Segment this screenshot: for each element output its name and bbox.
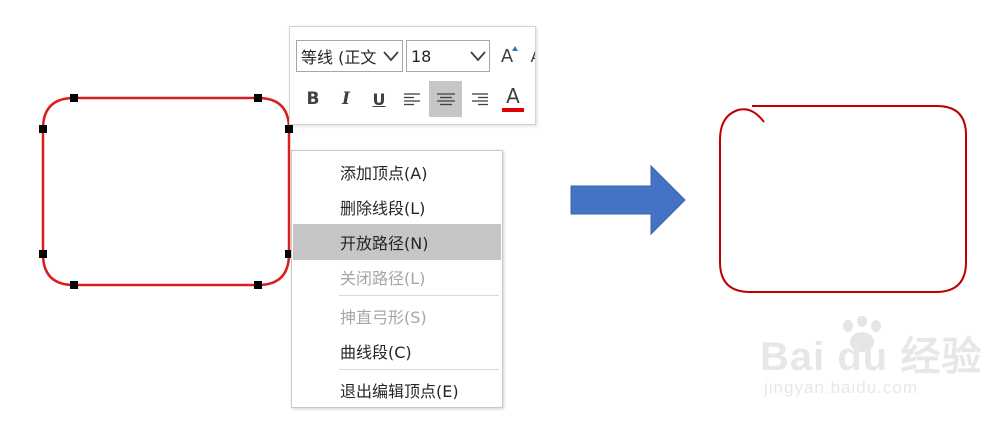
align-left-icon[interactable] bbox=[398, 83, 426, 115]
align-right-icon[interactable] bbox=[466, 83, 494, 115]
font-color-icon[interactable]: A bbox=[498, 81, 528, 117]
menu-item-label: 删除线段(L) bbox=[340, 199, 426, 218]
font-size-combo[interactable]: 18 bbox=[406, 40, 490, 72]
menu-item-label: 开放路径(N) bbox=[340, 234, 429, 253]
watermark-url: jingyan.baidu.com bbox=[764, 378, 919, 397]
menu-item-add-vertex[interactable]: 添加顶点(A) bbox=[293, 154, 501, 190]
menu-item-straighten-arc[interactable]: 抻直弓形(S) bbox=[293, 298, 501, 334]
edit-point-handle[interactable] bbox=[70, 281, 78, 289]
font-color-swatch bbox=[502, 108, 524, 112]
menu-item-exit-edit-points[interactable]: 退出编辑顶点(E) bbox=[293, 372, 501, 408]
edit-point-handle[interactable] bbox=[254, 94, 262, 102]
underline-button[interactable]: U bbox=[366, 83, 392, 115]
align-center-icon[interactable] bbox=[429, 81, 462, 117]
font-name-value: 等线 (正文 bbox=[301, 48, 377, 67]
shape-outline[interactable] bbox=[41, 96, 291, 287]
font-color-glyph: A bbox=[506, 84, 520, 108]
menu-item-label: 添加顶点(A) bbox=[340, 164, 428, 183]
open-path-shape[interactable] bbox=[700, 90, 980, 300]
edit-point-handle[interactable] bbox=[285, 125, 293, 133]
underline-glyph: U bbox=[372, 89, 386, 109]
mini-format-toolbar: 等线 (正文 18 A A B I U bbox=[289, 26, 536, 125]
edit-point-handle[interactable] bbox=[254, 281, 262, 289]
menu-item-label: 曲线段(C) bbox=[340, 343, 412, 362]
menu-item-delete-segment[interactable]: 删除线段(L) bbox=[293, 189, 501, 225]
menu-divider bbox=[339, 295, 499, 296]
font-name-combo[interactable]: 等线 (正文 bbox=[296, 40, 403, 72]
rounded-rectangle-shape-editing[interactable] bbox=[0, 0, 300, 300]
menu-item-close-path[interactable]: 关闭路径(L) bbox=[293, 259, 501, 295]
baidu-jingyan-watermark: Bai du 经验 jingyan.baidu.com bbox=[760, 316, 981, 408]
bold-glyph: B bbox=[306, 89, 320, 109]
shrink-font-glyph: A bbox=[531, 47, 535, 66]
menu-item-label: 关闭路径(L) bbox=[340, 269, 426, 288]
chevron-down-icon[interactable] bbox=[380, 50, 402, 62]
edit-point-handle[interactable] bbox=[39, 125, 47, 133]
shrink-font-icon[interactable]: A bbox=[526, 41, 535, 71]
bold-button[interactable]: B bbox=[300, 83, 326, 115]
menu-item-curved-segment[interactable]: 曲线段(C) bbox=[293, 333, 501, 369]
italic-glyph: I bbox=[342, 89, 350, 109]
edit-point-handle[interactable] bbox=[39, 250, 47, 258]
canvas: 等线 (正文 18 A A B I U bbox=[0, 0, 1000, 426]
grow-font-icon[interactable]: A bbox=[496, 41, 524, 71]
context-menu: 添加顶点(A) 删除线段(L) 开放路径(N) 关闭路径(L) 抻直弓形(S) … bbox=[291, 150, 503, 408]
italic-button[interactable]: I bbox=[333, 83, 359, 115]
menu-item-label: 抻直弓形(S) bbox=[340, 308, 427, 327]
right-arrow-icon bbox=[570, 164, 686, 236]
font-size-value: 18 bbox=[411, 46, 432, 66]
chevron-down-icon[interactable] bbox=[467, 50, 489, 62]
menu-divider bbox=[339, 369, 499, 370]
menu-item-open-path[interactable]: 开放路径(N) bbox=[293, 224, 501, 260]
edit-point-handle[interactable] bbox=[70, 94, 78, 102]
menu-item-label: 退出编辑顶点(E) bbox=[340, 382, 459, 401]
watermark-logo: Bai du 经验 bbox=[760, 335, 983, 379]
open-path-outline[interactable] bbox=[719, 105, 967, 293]
